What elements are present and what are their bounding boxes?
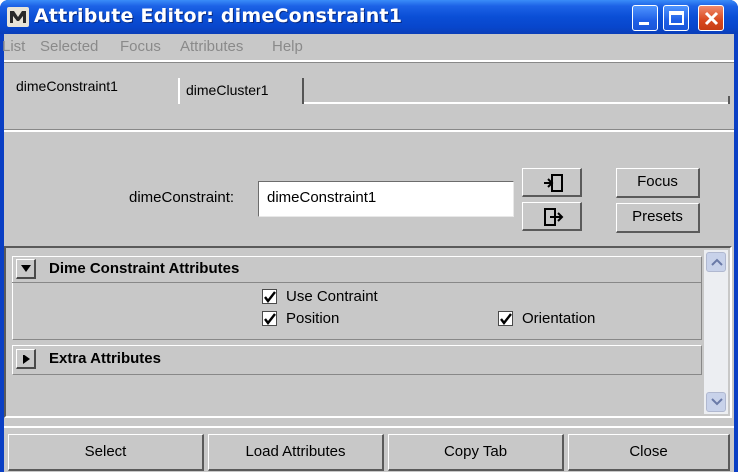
close-button[interactable]: Close [568,434,730,471]
orientation-label: Orientation [522,310,596,327]
section-divider [4,130,734,132]
maya-logo-icon [7,7,29,27]
use-constraint-checkbox[interactable] [262,289,277,304]
checkmark-icon [264,291,276,303]
select-node-button[interactable] [522,168,582,197]
position-label: Position [286,310,340,327]
node-name-input[interactable]: dimeConstraint1 [258,181,514,217]
close-window-button[interactable] [698,5,724,31]
node-name-value: dimeConstraint1 [267,189,377,206]
section-title: Extra Attributes [49,350,161,367]
minimize-button[interactable] [632,5,658,31]
goto-node-icon [544,208,564,226]
tab-baseline-end [728,96,730,104]
tab-label: dimeCluster1 [186,82,269,98]
window-title: Attribute Editor: dimeConstraint1 [34,5,403,27]
maximize-button[interactable] [663,5,689,31]
copy-tab-button[interactable]: Copy Tab [388,434,564,471]
focus-button[interactable]: Focus [616,168,700,198]
presets-button[interactable]: Presets [616,203,700,233]
orientation-checkbox[interactable] [498,311,513,326]
section-title: Dime Constraint Attributes [49,260,240,277]
checkmark-icon [500,313,512,325]
node-name-label: dimeConstraint: [129,189,235,206]
triangle-right-icon [23,355,30,364]
collapse-section-button[interactable] [16,259,36,279]
tab-dimeconstraint1[interactable]: dimeConstraint1 [6,68,178,104]
tab-baseline [304,102,730,104]
top-divider-shadow [4,62,734,63]
expand-section-button[interactable] [16,349,36,369]
select-node-icon [544,174,563,192]
checkmark-icon [264,313,276,325]
tab-label: dimeConstraint1 [16,78,118,94]
position-checkbox[interactable] [262,311,277,326]
tab-dimecluster1[interactable]: dimeCluster1 [180,78,304,104]
menu-selected[interactable]: Selected [40,38,98,55]
scroll-up-button[interactable] [706,252,726,272]
use-constraint-label: Use Contraint [286,288,378,305]
goto-node-button[interactable] [522,202,582,231]
vertical-scrollbar[interactable] [704,250,728,414]
attribute-editor-window: Attribute Editor: dimeConstraint1 List S… [0,0,738,472]
menu-bar: List Selected Focus Attributes Help [2,34,734,60]
triangle-down-icon [21,265,31,272]
load-attributes-button[interactable]: Load Attributes [208,434,384,471]
editor-body: dimeConstraint1 dimeCluster1 dimeConstra… [4,60,734,472]
chevron-down-icon [711,398,723,406]
frame-header-divider [12,282,702,283]
menu-attributes[interactable]: Attributes [180,38,243,55]
scroll-down-button[interactable] [706,392,726,412]
menu-help[interactable]: Help [272,38,303,55]
section-divider-shadow [4,129,734,130]
select-button[interactable]: Select [8,434,204,471]
bottom-divider [4,426,734,428]
chevron-up-icon [711,258,723,266]
title-bar[interactable]: Attribute Editor: dimeConstraint1 [0,0,738,34]
menu-focus[interactable]: Focus [120,38,161,55]
menu-list[interactable]: List [2,38,25,55]
